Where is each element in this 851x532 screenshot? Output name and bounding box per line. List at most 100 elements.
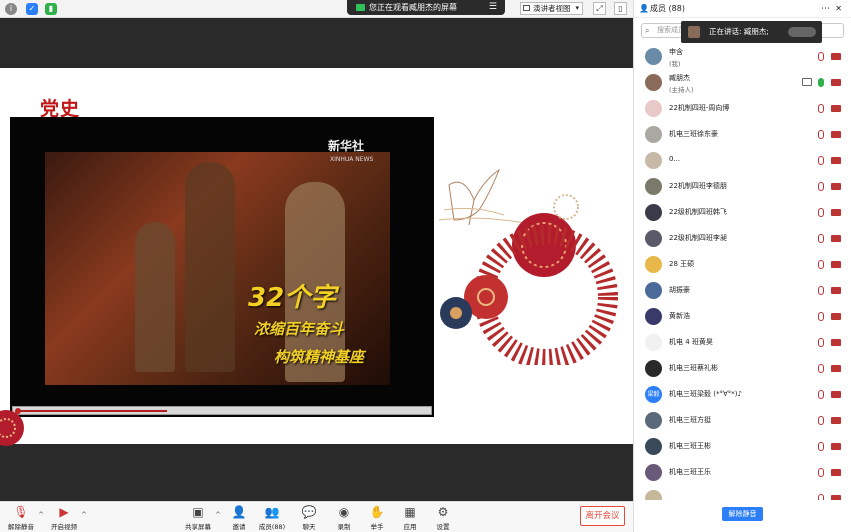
video-off-icon[interactable]: [831, 313, 841, 320]
shield-icon[interactable]: ✓: [26, 3, 38, 15]
video-off-icon[interactable]: [831, 105, 841, 112]
chat-button[interactable]: 💬 聊天: [292, 505, 326, 531]
view-select[interactable]: 演讲者视图 ▾: [520, 2, 583, 15]
member-row[interactable]: 臧朋杰 (主持人): [634, 70, 851, 96]
members-label: 成员(88): [258, 523, 286, 531]
avatar: [645, 490, 662, 500]
muted-mic-icon[interactable]: [818, 364, 824, 373]
video-off-icon[interactable]: [831, 183, 841, 190]
muted-mic-icon[interactable]: [818, 156, 824, 165]
member-row[interactable]: 22机制四班李德朋: [634, 174, 851, 200]
member-name: 机电三班王彬: [669, 442, 711, 450]
muted-mic-icon[interactable]: [818, 338, 824, 347]
avatar: [645, 230, 662, 247]
muted-mic-icon[interactable]: [818, 286, 824, 295]
video-progress-fill: [19, 410, 167, 412]
member-row[interactable]: 胡振豪: [634, 278, 851, 304]
video-off-icon[interactable]: [831, 469, 841, 476]
member-name: 黄新浩: [669, 312, 690, 320]
muted-mic-icon[interactable]: [818, 442, 824, 451]
camera-icon: [356, 4, 365, 11]
more-icon[interactable]: ⋯: [821, 0, 830, 18]
member-row[interactable]: 22机制四班-周向博: [634, 96, 851, 122]
chat-label: 聊天: [302, 523, 316, 531]
member-list[interactable]: 申含 (我) 臧朋杰 (主持人) 22机制四班-周向博 机电三班徐东豪 0... 22机制四班…: [634, 44, 851, 500]
member-row[interactable]: 梁毅 机电三班梁毅 (*°∀°*)♪: [634, 382, 851, 408]
member-row[interactable]: 机电三班方挺: [634, 408, 851, 434]
member-name: 机电三班梁毅 (*°∀°*)♪: [669, 390, 742, 398]
invite-label: 邀请: [232, 523, 246, 531]
member-row[interactable]: 机电三班王乐: [634, 460, 851, 486]
muted-mic-icon[interactable]: [818, 390, 824, 399]
avatar: [645, 100, 662, 117]
muted-mic-icon[interactable]: [818, 52, 824, 61]
member-row[interactable]: 机电三班蔡礼彬: [634, 356, 851, 382]
sidebar-toggle-icon[interactable]: ▯: [614, 2, 627, 15]
close-icon[interactable]: ✕: [835, 0, 842, 18]
invite-button[interactable]: 👤 邀请: [222, 505, 256, 531]
member-row[interactable]: 机电三班徐东豪: [634, 122, 851, 148]
member-row[interactable]: 22级机制四班李昶: [634, 226, 851, 252]
members-button[interactable]: 👥 成员(88): [255, 505, 289, 531]
start-video-button[interactable]: ▶ 开启视频 ^: [47, 505, 87, 531]
muted-mic-icon[interactable]: [818, 234, 824, 243]
member-row[interactable]: 机电 4 班黄昊: [634, 330, 851, 356]
video-off-icon[interactable]: [831, 53, 841, 60]
video-off-icon[interactable]: [831, 339, 841, 346]
chevron-up-icon[interactable]: ^: [215, 511, 221, 519]
menu-icon[interactable]: ☰: [489, 0, 497, 15]
member-row[interactable]: 申含 (我): [634, 44, 851, 70]
apps-button[interactable]: ▦ 应用: [393, 505, 427, 531]
member-row[interactable]: 0...: [634, 148, 851, 174]
chevron-up-icon[interactable]: ^: [81, 511, 87, 519]
muted-mic-icon[interactable]: [818, 182, 824, 191]
member-role: (我): [669, 60, 681, 68]
member-row[interactable]: 22级机制四班韩飞: [634, 200, 851, 226]
muted-mic-icon[interactable]: [818, 104, 824, 113]
video-off-icon[interactable]: [831, 391, 841, 398]
video-off-icon[interactable]: [831, 157, 841, 164]
video-off-icon[interactable]: [831, 209, 841, 216]
member-row[interactable]: 机电三班王彬: [634, 434, 851, 460]
record-button[interactable]: ◉ 录制: [327, 505, 361, 531]
muted-mic-icon[interactable]: [818, 494, 824, 500]
video-caption: 浓缩百年奋斗: [254, 320, 345, 338]
member-row[interactable]: 黄新浩: [634, 304, 851, 330]
viewing-banner-text: 您正在观看臧朋杰的屏幕: [369, 3, 457, 12]
muted-mic-icon[interactable]: [818, 312, 824, 321]
member-row[interactable]: [634, 486, 851, 500]
members-panel: 👤 成员 (88) ⋯ ✕ ⌕ 搜索成员 申含 (我) 臧朋杰 (主持人) 22机制四班…: [633, 0, 851, 532]
unmute-all-button[interactable]: 解除静音: [722, 507, 763, 521]
muted-mic-icon[interactable]: [818, 468, 824, 477]
muted-mic-icon[interactable]: [818, 260, 824, 269]
video-off-icon[interactable]: [831, 443, 841, 450]
member-row[interactable]: 28 王硕: [634, 252, 851, 278]
member-name: 机电三班王乐: [669, 468, 711, 476]
signal-icon[interactable]: ▮: [45, 3, 57, 15]
video-off-icon[interactable]: [831, 365, 841, 372]
record-icon: ◉: [338, 505, 350, 519]
member-name: 0...: [669, 155, 681, 163]
raise-hand-button[interactable]: ✋ 举手: [360, 505, 394, 531]
video-off-icon[interactable]: [831, 235, 841, 242]
muted-mic-icon[interactable]: [818, 416, 824, 425]
crane-icon: [438, 168, 525, 226]
members-panel-header: 👤 成员 (88) ⋯ ✕: [634, 0, 851, 18]
share-screen-button[interactable]: ▣ 共享屏幕 ^: [181, 505, 221, 531]
video-off-icon[interactable]: [831, 131, 841, 138]
leave-meeting-button[interactable]: 离开会议: [580, 506, 625, 526]
chevron-up-icon[interactable]: ^: [38, 511, 44, 519]
settings-button[interactable]: ⚙ 设置: [426, 505, 460, 531]
video-off-icon[interactable]: [831, 79, 841, 86]
fullscreen-icon[interactable]: ⤢: [593, 2, 606, 15]
mic-icon[interactable]: [818, 78, 824, 87]
video-off-icon[interactable]: [831, 495, 841, 500]
video-progress-bar[interactable]: [12, 406, 432, 415]
unmute-button[interactable]: 🎙 解除静音 ^: [4, 505, 44, 531]
muted-mic-icon[interactable]: [818, 130, 824, 139]
video-off-icon[interactable]: [831, 261, 841, 268]
video-off-icon[interactable]: [831, 287, 841, 294]
video-off-icon[interactable]: [831, 417, 841, 424]
muted-mic-icon[interactable]: [818, 208, 824, 217]
info-icon[interactable]: i: [5, 3, 17, 15]
